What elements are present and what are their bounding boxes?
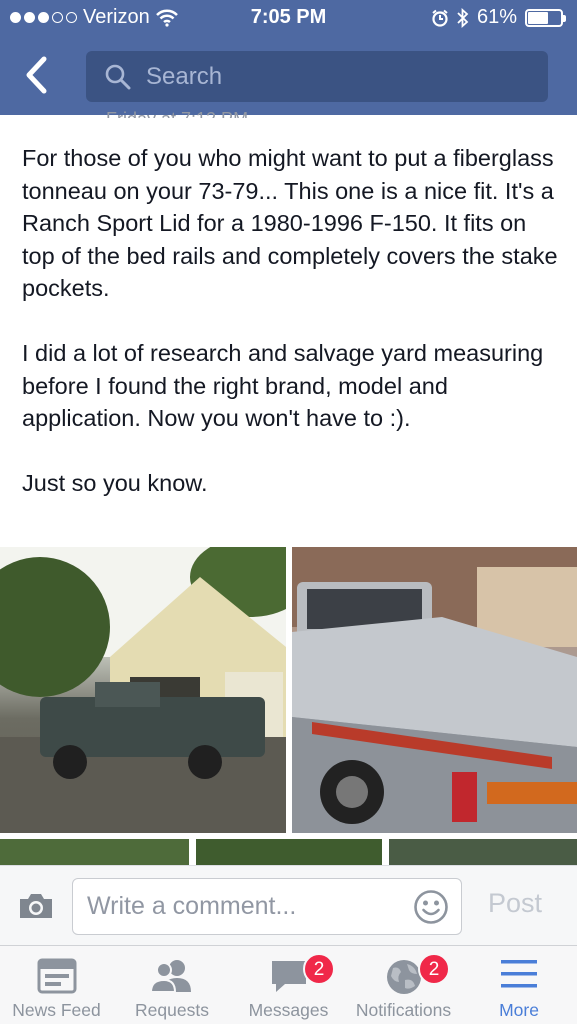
battery-icon: [525, 8, 566, 27]
post-paragraph: For those of you who might want to put a…: [22, 145, 558, 301]
messages-icon: [271, 961, 306, 992]
post-text: For those of you who might want to put a…: [22, 142, 562, 500]
photo-thumbnail[interactable]: [389, 839, 577, 865]
battery-percent: 61%: [476, 6, 517, 28]
comment-input[interactable]: Write a comment...: [72, 878, 462, 935]
bottom-tab-bar: News Feed Requests 2 Messages 2 Notifica…: [0, 945, 577, 1024]
search-placeholder: Search: [146, 63, 223, 90]
post-paragraph: I did a lot of research and salvage yard…: [22, 340, 544, 431]
photo-thumbnail[interactable]: [0, 839, 189, 865]
chevron-left-icon: [26, 56, 47, 94]
tab-label: Messages: [248, 1000, 329, 1020]
tab-news-feed[interactable]: News Feed: [0, 946, 113, 1024]
camera-button[interactable]: [18, 892, 54, 925]
photo-thumbnail[interactable]: [196, 839, 382, 865]
post-timestamp[interactable]: Friday at 7:12 PM: [106, 104, 248, 118]
tab-label: More: [499, 1000, 539, 1020]
friend-requests-icon: [149, 960, 191, 993]
tab-label: Notifications: [355, 1000, 452, 1020]
alarm-icon: [432, 9, 448, 27]
sticker-button[interactable]: [413, 889, 449, 930]
tab-label: News Feed: [12, 1000, 101, 1020]
top-navigation-bar: Verizon 7:05 PM 61% Search: [0, 0, 577, 115]
back-button[interactable]: [22, 55, 58, 95]
tab-requests[interactable]: Requests: [113, 946, 231, 1024]
messages-badge: 2: [303, 953, 335, 985]
comment-placeholder: Write a comment...: [87, 892, 297, 920]
menu-icon: [501, 960, 537, 988]
camera-icon: [20, 894, 52, 918]
news-feed-icon: [37, 958, 76, 994]
photo-tonneau-cover[interactable]: [292, 547, 577, 833]
notifications-badge: 2: [418, 953, 450, 985]
tab-more[interactable]: More: [461, 946, 577, 1024]
status-indicators: 61%: [431, 6, 566, 29]
status-bar: Verizon 7:05 PM 61%: [0, 0, 577, 38]
smiley-icon: [414, 890, 448, 924]
search-bar[interactable]: Search: [86, 51, 548, 102]
tab-label: Requests: [135, 1000, 209, 1020]
search-icon: [105, 64, 131, 90]
post-paragraph: Just so you know.: [22, 470, 208, 496]
tab-notifications[interactable]: 2 Notifications: [346, 946, 461, 1024]
post-comment-button[interactable]: Post: [488, 888, 542, 919]
tab-messages[interactable]: 2 Messages: [231, 946, 346, 1024]
photo-truck-garage[interactable]: [0, 547, 286, 833]
globe-icon: [386, 960, 421, 994]
bluetooth-icon: [457, 7, 469, 28]
